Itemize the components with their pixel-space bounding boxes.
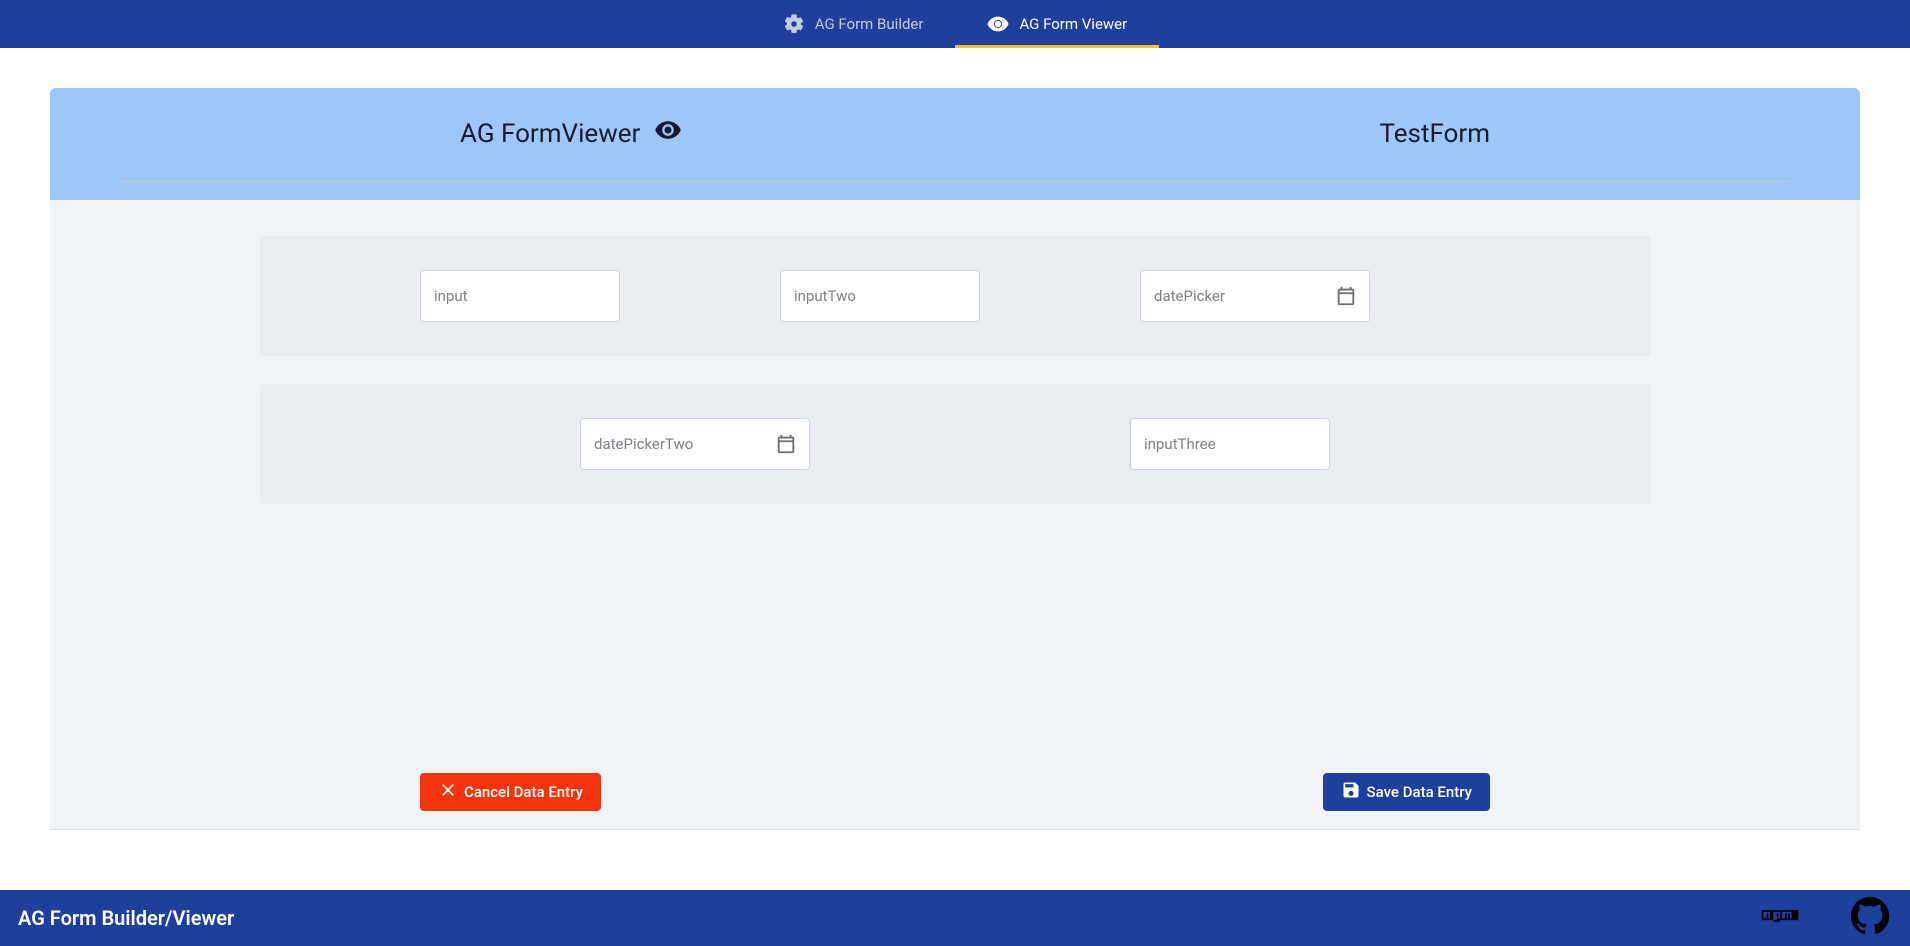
save-icon bbox=[1341, 780, 1361, 804]
page: AG FormViewer TestForm input inputTwo bbox=[0, 48, 1910, 830]
field-inputTwo: inputTwo bbox=[780, 270, 980, 322]
calendar-icon[interactable] bbox=[772, 430, 800, 458]
input-field-inputThree[interactable] bbox=[1130, 418, 1330, 470]
save-button[interactable]: Save Data Entry bbox=[1323, 773, 1490, 811]
footer: AG Form Builder/Viewer bbox=[0, 890, 1910, 946]
gear-icon bbox=[783, 13, 805, 35]
actions: Cancel Data Entry Save Data Entry bbox=[50, 773, 1860, 829]
brand: AG Form Builder/Viewer bbox=[18, 906, 234, 930]
divider bbox=[50, 829, 1860, 830]
field-row: input inputTwo datePicker bbox=[260, 236, 1650, 356]
divider bbox=[120, 181, 1790, 182]
form-name: TestForm bbox=[1379, 119, 1490, 149]
card-title: AG FormViewer bbox=[460, 116, 682, 151]
card-header: AG FormViewer TestForm bbox=[50, 88, 1860, 200]
tab-builder-label: AG Form Builder bbox=[815, 15, 924, 33]
card-title-text: AG FormViewer bbox=[460, 119, 640, 149]
github-icon[interactable] bbox=[1850, 896, 1890, 940]
field-row: datePickerTwo inputThree bbox=[260, 384, 1650, 504]
tab-builder[interactable]: AG Form Builder bbox=[751, 0, 956, 48]
input-field-inputTwo[interactable] bbox=[780, 270, 980, 322]
cancel-button[interactable]: Cancel Data Entry bbox=[420, 773, 601, 811]
tab-viewer-label: AG Form Viewer bbox=[1019, 15, 1127, 33]
close-icon bbox=[438, 780, 458, 804]
eye-icon bbox=[987, 13, 1009, 35]
npm-icon[interactable] bbox=[1760, 896, 1800, 940]
input-field-input[interactable] bbox=[420, 270, 620, 322]
eye-icon bbox=[654, 116, 682, 151]
topbar: AG Form Builder AG Form Viewer bbox=[0, 0, 1910, 48]
calendar-icon[interactable] bbox=[1332, 282, 1360, 310]
field-inputThree: inputThree bbox=[1130, 418, 1330, 470]
field-input: input bbox=[420, 270, 620, 322]
save-label: Save Data Entry bbox=[1367, 783, 1472, 801]
field-datePickerTwo: datePickerTwo bbox=[580, 418, 810, 470]
cancel-label: Cancel Data Entry bbox=[464, 783, 583, 801]
tab-viewer[interactable]: AG Form Viewer bbox=[955, 0, 1159, 48]
form-area: input inputTwo datePicker bbox=[50, 200, 1860, 773]
form-card: AG FormViewer TestForm input inputTwo bbox=[50, 88, 1860, 830]
field-datePicker: datePicker bbox=[1140, 270, 1370, 322]
